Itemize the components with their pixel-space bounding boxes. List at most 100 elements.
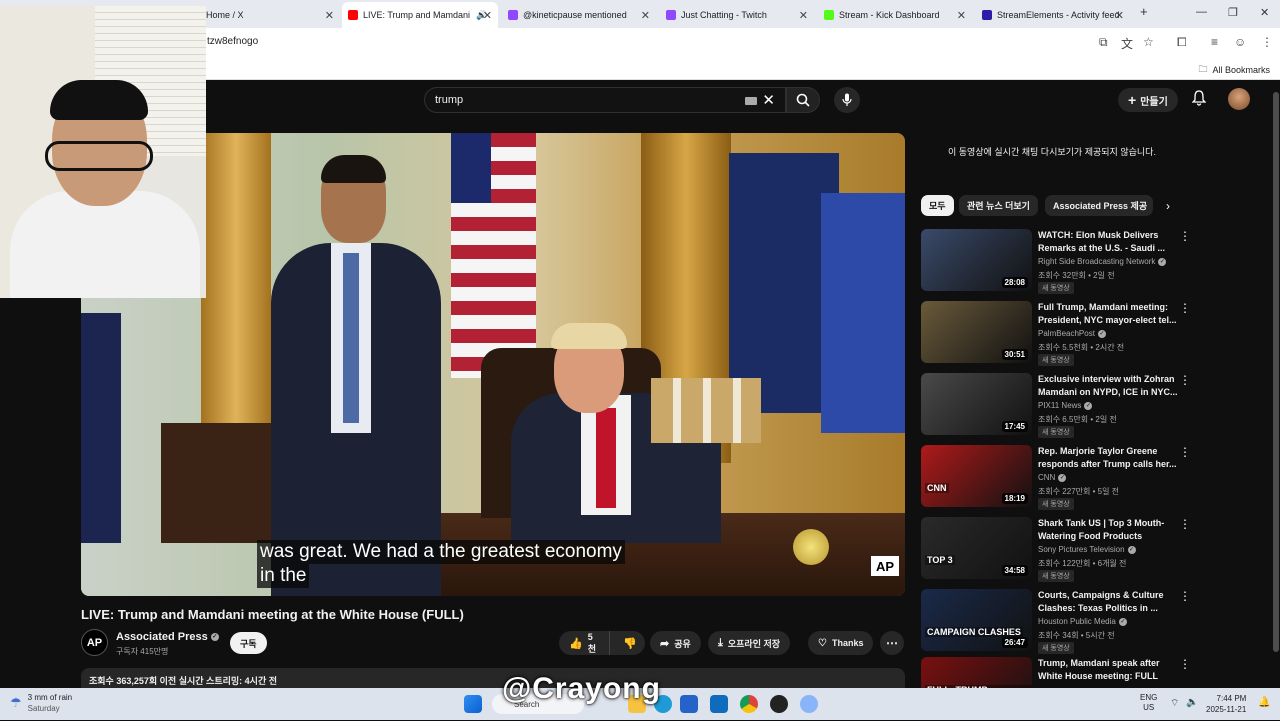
close-tab-icon[interactable]: ✕ (483, 9, 492, 22)
recommendation-title[interactable]: WATCH: Elon Musk Delivers Remarks at the… (1038, 229, 1178, 255)
mail-icon[interactable] (710, 695, 728, 713)
dislike-button[interactable]: 👎 (615, 631, 645, 655)
subscribe-button[interactable]: 구독 (230, 632, 267, 654)
search-input[interactable]: trump ✕ (424, 87, 786, 113)
recommendation-item[interactable]: 28:08 WATCH: Elon Musk Delivers Remarks a… (921, 229, 1251, 294)
video-thumbnail[interactable]: 30:51 (921, 301, 1032, 363)
obs-icon[interactable] (770, 695, 788, 713)
chip-associated-press[interactable]: Associated Press 제공 (1045, 195, 1153, 216)
wifi-icon[interactable]: ⌔ (1170, 697, 1179, 710)
recommendation-title[interactable]: Shark Tank US | Top 3 Mouth-Watering Foo… (1038, 517, 1178, 543)
recommendation-channel[interactable]: Houston Public Media ✓ (1038, 617, 1127, 626)
recommendation-channel[interactable]: CNN ✓ (1038, 473, 1067, 482)
tab-twitch-chatting[interactable]: Just Chatting - Twitch ✕ (660, 4, 814, 26)
tab-home-x[interactable]: Home / X ✕ (200, 4, 340, 26)
scrollbar-thumb[interactable] (1273, 92, 1279, 652)
more-options-icon[interactable]: ⋮ (1179, 373, 1191, 387)
recommendation-title[interactable]: Rep. Marjorie Taylor Greene responds aft… (1038, 445, 1178, 471)
video-thumbnail[interactable]: CNN 18:19 (921, 445, 1032, 507)
thanks-button[interactable]: ♡ Thanks (808, 631, 874, 655)
channel-name[interactable]: Associated Press ✓ (116, 631, 219, 643)
profile-icon[interactable]: ☺ (1234, 35, 1246, 49)
recommendation-channel[interactable]: Right Side Broadcasting Network ✓ (1038, 257, 1167, 266)
search-button[interactable] (786, 87, 820, 113)
translate-icon[interactable]: 文 (1121, 35, 1133, 52)
url-field[interactable]: tzw8efnogo (207, 36, 258, 47)
more-options-icon[interactable]: ⋮ (1179, 301, 1191, 315)
recommendation-title[interactable]: Exclusive interview with Zohran Mamdani … (1038, 373, 1178, 399)
description-box[interactable]: 조회수 363,257회 이전 실시간 스트리밍: 4시간 전 (81, 668, 905, 690)
recommendation-item[interactable]: 17:45 Exclusive interview with Zohran Mam… (921, 373, 1251, 438)
close-tab-icon[interactable]: ✕ (799, 9, 808, 22)
verified-icon: ✓ (1158, 257, 1167, 266)
video-title: LIVE: Trump and Mamdani meeting at the W… (81, 607, 464, 622)
presidential-coin (793, 529, 829, 565)
keyboard-icon[interactable] (745, 97, 757, 105)
notifications-bell-icon[interactable] (1191, 90, 1207, 109)
chevron-right-icon[interactable]: › (1166, 199, 1170, 213)
close-tab-icon[interactable]: ✕ (957, 9, 966, 22)
recommendation-channel[interactable]: PalmBeachPost ✓ (1038, 329, 1106, 338)
new-tab-button[interactable]: + (1140, 4, 1148, 19)
share-button[interactable]: ➦ 공유 (650, 631, 701, 655)
download-button[interactable]: ⤓ 오프라인 저장 (708, 631, 791, 655)
recommendation-item[interactable]: CAMPAIGN CLASHES 26:47 Courts, Campaigns &… (921, 589, 1251, 654)
recommendation-channel[interactable]: PIX11 News ✓ (1038, 401, 1093, 410)
recommendation-channel[interactable]: Sony Pictures Television ✓ (1038, 545, 1136, 554)
volume-icon[interactable]: 🔈 (1186, 697, 1198, 708)
video-thumbnail[interactable]: 17:45 (921, 373, 1032, 435)
more-options-icon[interactable]: ⋮ (1179, 657, 1191, 671)
chrome-menu-icon[interactable]: ⋮ (1261, 35, 1273, 49)
tab-twitch-mention[interactable]: @kineticpause mentioned ✕ (502, 4, 656, 26)
app-icon[interactable] (800, 695, 818, 713)
create-button[interactable]: + 만들기 (1118, 88, 1178, 112)
channel-avatar[interactable]: AP (81, 629, 108, 656)
close-tab-icon[interactable]: ✕ (641, 9, 650, 22)
like-button[interactable]: 👍 5천 (559, 631, 611, 655)
live-chat-notice: 이 동영상에 실시간 채팅 다시보기가 제공되지 않습니다. (948, 147, 1156, 157)
close-tab-icon[interactable]: ✕ (325, 9, 334, 22)
more-options-icon[interactable]: ⋮ (1179, 589, 1191, 603)
recommendation-title[interactable]: Courts, Campaigns & Culture Clashes: Tex… (1038, 589, 1178, 615)
close-window-icon[interactable]: ✕ (1260, 6, 1269, 19)
voice-search-button[interactable] (834, 87, 860, 113)
maximize-window-icon[interactable]: ❐ (1228, 6, 1238, 19)
more-options-icon[interactable]: ⋮ (1179, 517, 1191, 531)
video-duration: 26:47 (1001, 637, 1028, 648)
recommendation-title[interactable]: Trump, Mamdani speak after White House m… (1038, 657, 1178, 683)
recommendation-item[interactable]: 30:51 Full Trump, Mamdani meeting: Presid… (921, 301, 1251, 366)
cast-icon[interactable]: ⧉ (1099, 35, 1108, 50)
tab-streamelements[interactable]: StreamElements - Activity feed ✕ (976, 4, 1130, 26)
more-actions-button[interactable]: ⋯ (880, 631, 904, 655)
recommendation-meta: 조회수 122만회 • 6개월 전 (1038, 559, 1127, 568)
clear-search-icon[interactable]: ✕ (762, 91, 775, 109)
reading-list-icon[interactable]: ≡ (1211, 35, 1218, 49)
search-query: trump (435, 94, 464, 106)
chip-all[interactable]: 모두 (921, 195, 954, 216)
tab-kick-dashboard[interactable]: Stream - Kick Dashboard ✕ (818, 4, 972, 26)
bookmark-star-icon[interactable]: ☆ (1143, 35, 1154, 49)
system-clock[interactable]: 7:44 PM 2025-11-21 (1206, 693, 1246, 715)
account-avatar[interactable] (1228, 88, 1250, 110)
video-thumbnail[interactable]: TOP 3 34:58 (921, 517, 1032, 579)
more-options-icon[interactable]: ⋮ (1179, 229, 1191, 243)
video-thumbnail[interactable]: 28:08 (921, 229, 1032, 291)
more-options-icon[interactable]: ⋮ (1179, 445, 1191, 459)
minimize-window-icon[interactable]: — (1196, 6, 1207, 18)
close-tab-icon[interactable]: ✕ (1115, 9, 1124, 22)
recommendation-item[interactable]: TOP 3 34:58 Shark Tank US | Top 3 Mouth-Wa… (921, 517, 1251, 582)
weather-widget[interactable]: ☂ 3 mm of rain Saturday (10, 692, 72, 714)
store-icon[interactable] (680, 695, 698, 713)
chip-related-news[interactable]: 관련 뉴스 더보기 (959, 195, 1038, 216)
tab-youtube-live[interactable]: LIVE: Trump and Mamdani 🔊 ✕ (342, 2, 498, 28)
chrome-icon[interactable] (740, 695, 758, 713)
recommendation-item[interactable]: CNN 18:19 Rep. Marjorie Taylor Greene resp… (921, 445, 1251, 510)
video-thumbnail[interactable]: CAMPAIGN CLASHES 26:47 (921, 589, 1032, 651)
extensions-icon[interactable]: ⧠ (1177, 35, 1187, 50)
notification-center-icon[interactable]: 🔔 (1258, 697, 1270, 708)
recommendation-channel-name: PalmBeachPost (1038, 329, 1095, 338)
recommendation-title[interactable]: Full Trump, Mamdani meeting: President, … (1038, 301, 1178, 327)
windows-start-icon[interactable] (464, 695, 482, 713)
all-bookmarks-button[interactable]: 🗀 All Bookmarks (1198, 62, 1270, 78)
language-indicator[interactable]: ENG US (1140, 693, 1157, 713)
